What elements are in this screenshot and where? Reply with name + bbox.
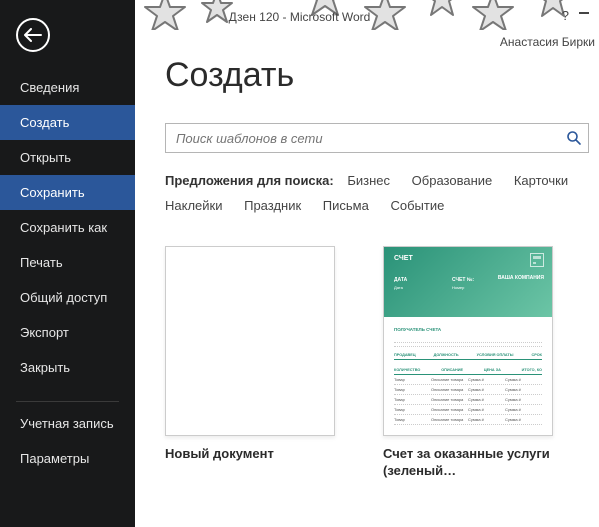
template-search-button[interactable] [560, 124, 588, 152]
backstage-sidebar: Сведения Создать Открыть Сохранить Сохра… [0, 0, 135, 527]
template-search-input[interactable] [166, 131, 560, 146]
sidebar-item-close[interactable]: Закрыть [0, 350, 135, 385]
suggest-term[interactable]: Карточки [514, 169, 568, 194]
main-pane: Создать Предложения для поиска: Бизнес О… [135, 52, 599, 527]
suggest-term[interactable]: Бизнес [347, 169, 390, 194]
template-invoice[interactable]: СЧЕТ ДАТА Дата СЧЕТ №: Номер ВАША КОМПАН… [383, 246, 553, 480]
suggest-term[interactable]: Событие [390, 194, 444, 219]
search-icon [566, 130, 582, 146]
minimize-button[interactable] [579, 12, 589, 14]
sidebar-item-print[interactable]: Печать [0, 245, 135, 280]
sidebar-item-open[interactable]: Открыть [0, 140, 135, 175]
template-blank[interactable]: Новый документ [165, 246, 335, 480]
sidebar-item-account[interactable]: Учетная запись [0, 406, 135, 441]
template-caption: Новый документ [165, 446, 335, 463]
suggest-term[interactable]: Образование [412, 169, 493, 194]
template-search[interactable] [165, 123, 589, 153]
invoice-logo-icon [530, 253, 544, 267]
sidebar-item-options[interactable]: Параметры [0, 441, 135, 476]
template-blank-thumb[interactable] [165, 246, 335, 436]
back-button[interactable] [16, 18, 50, 52]
sidebar-item-export[interactable]: Экспорт [0, 315, 135, 350]
sidebar-item-saveas[interactable]: Сохранить как [0, 210, 135, 245]
help-button[interactable]: ? [562, 8, 569, 23]
template-invoice-thumb[interactable]: СЧЕТ ДАТА Дата СЧЕТ №: Номер ВАША КОМПАН… [383, 246, 553, 436]
search-suggestions: Предложения для поиска: Бизнес Образован… [165, 169, 595, 218]
suggest-term[interactable]: Наклейки [165, 194, 222, 219]
sidebar-item-info[interactable]: Сведения [0, 70, 135, 105]
page-title: Создать [165, 56, 599, 95]
template-gallery: Новый документ СЧЕТ ДАТА Дата СЧЕТ №: Но… [165, 246, 599, 480]
account-username[interactable]: Анастасия Бирки [500, 35, 595, 49]
invoice-preview: СЧЕТ ДАТА Дата СЧЕТ №: Номер ВАША КОМПАН… [384, 247, 552, 435]
back-arrow-icon [24, 28, 42, 42]
sidebar-separator [16, 401, 119, 402]
suggest-term[interactable]: Праздник [244, 194, 301, 219]
template-caption: Счет за оказанные услуги (зеленый… [383, 446, 553, 480]
sidebar-item-new[interactable]: Создать [0, 105, 135, 140]
suggest-term[interactable]: Письма [323, 194, 369, 219]
suggestions-label: Предложения для поиска: [165, 173, 334, 188]
sidebar-item-share[interactable]: Общий доступ [0, 280, 135, 315]
sidebar-item-save[interactable]: Сохранить [0, 175, 135, 210]
window-title: Дзен 120 - Microsoft Word [229, 10, 371, 24]
